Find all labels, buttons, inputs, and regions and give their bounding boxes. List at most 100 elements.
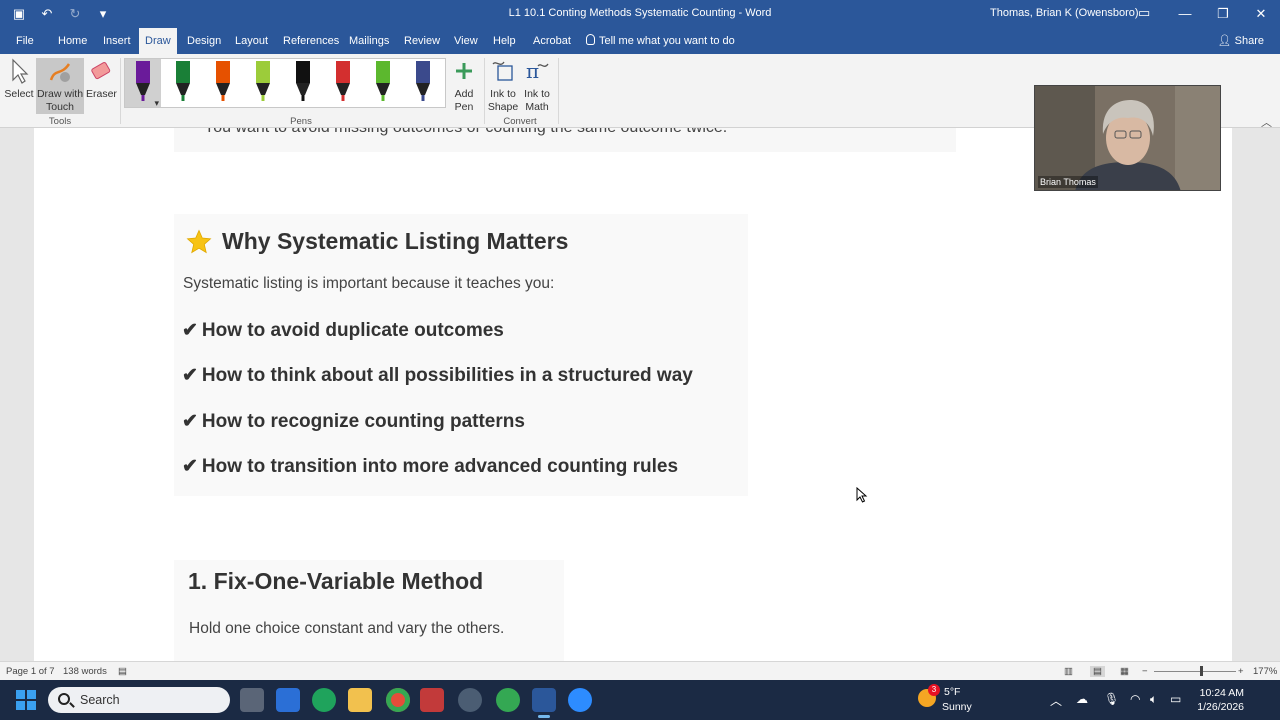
section-heading: 1. Fix-One-Variable Method (188, 568, 484, 594)
ribbon-tabs: File Home Insert Draw Design Layout Refe… (0, 28, 1280, 54)
word-count[interactable]: 138 words (63, 666, 107, 677)
restore-button[interactable]: ❐ (1204, 0, 1242, 28)
onedrive-icon[interactable]: ☁ (1076, 692, 1088, 706)
tab-insert[interactable]: Insert (97, 28, 137, 54)
eraser-button[interactable]: Eraser (86, 58, 117, 101)
edge-icon[interactable] (312, 688, 336, 712)
clock-time: 10:24 AM (1199, 687, 1244, 699)
pens-group-label: Pens (290, 116, 312, 127)
ink-to-shape-label: Ink to Shape (487, 88, 519, 113)
snipping-tool-icon[interactable] (420, 688, 444, 712)
tab-file[interactable]: File (10, 28, 40, 54)
ink-to-math-label: Ink to Math (524, 88, 550, 113)
taskbar-search[interactable]: Search (48, 687, 230, 713)
chrome-profile-icon[interactable] (496, 688, 520, 712)
system-clock[interactable]: 10:24 AM 1/26/2026 (1196, 686, 1244, 714)
document-page[interactable]: You want to avoid missing outcomes or co… (34, 128, 1232, 661)
file-explorer-icon[interactable] (348, 688, 372, 712)
tab-view[interactable]: View (448, 28, 484, 54)
checkmark-icon: ✔ (182, 320, 198, 341)
tab-home[interactable]: Home (52, 28, 93, 54)
tab-review[interactable]: Review (398, 28, 446, 54)
select-button[interactable]: Select (4, 58, 34, 101)
plus-icon (456, 63, 472, 79)
print-layout-icon[interactable]: ▤ (1090, 666, 1105, 677)
zoom-level[interactable]: 177% (1253, 666, 1277, 677)
svg-text:π: π (526, 59, 539, 83)
share-button[interactable]: 👤︎ Share (1218, 28, 1264, 54)
tab-mailings[interactable]: Mailings (343, 28, 395, 54)
proofing-icon[interactable]: ▤ (118, 666, 127, 677)
close-button[interactable]: ✕ (1242, 0, 1280, 28)
pen-2[interactable] (165, 59, 201, 107)
windows-start-icon[interactable] (16, 690, 36, 710)
ribbon-display-options-icon[interactable]: ▭ (1138, 5, 1150, 21)
tray-overflow-icon[interactable]: ︿ (1050, 692, 1062, 709)
pen-icon (336, 61, 350, 101)
ink-to-math-button[interactable]: π Ink to Math (520, 58, 554, 114)
minimize-button[interactable]: — (1166, 0, 1204, 28)
tab-draw[interactable]: Draw (139, 28, 177, 54)
draw-with-touch-label: Draw with Touch (36, 88, 84, 113)
partial-line-text: You want to avoid missing outcomes or co… (174, 128, 956, 152)
pens-gallery: ▾ (124, 58, 446, 108)
pen-8[interactable] (405, 59, 441, 107)
person-icon: 👤︎ (1217, 35, 1235, 47)
zoom-slider[interactable] (1154, 671, 1236, 672)
pen-7[interactable] (365, 59, 401, 107)
section-text: Hold one choice constant and vary the ot… (189, 620, 505, 637)
zoom-out-button[interactable]: − (1142, 666, 1148, 677)
checkmark-icon: ✔ (182, 456, 198, 477)
tab-help[interactable]: Help (487, 28, 522, 54)
tab-references[interactable]: References (277, 28, 345, 54)
add-pen-button[interactable]: Add Pen (450, 58, 478, 114)
list-item: ✔ How to transition into more advanced co… (182, 455, 678, 478)
pen-1[interactable]: ▾ (125, 59, 161, 109)
read-mode-icon[interactable]: ▥ (1064, 666, 1073, 677)
tab-layout[interactable]: Layout (229, 28, 274, 54)
web-layout-icon[interactable]: ▦ (1120, 666, 1129, 677)
ribbon-separator (484, 58, 485, 124)
pen-3[interactable] (205, 59, 241, 107)
microphone-icon[interactable]: 🎙︎ (1104, 692, 1119, 706)
list-item: ✔ How to recognize counting patterns (182, 410, 525, 433)
section-heading-text: Why Systematic Listing Matters (222, 228, 569, 254)
onenote-icon[interactable] (458, 688, 482, 712)
webcam-name-label: Brian Thomas (1038, 176, 1098, 188)
tab-design[interactable]: Design (181, 28, 227, 54)
share-label: Share (1234, 35, 1264, 47)
pen-icon (416, 61, 430, 101)
zoom-in-button[interactable]: + (1238, 666, 1244, 677)
list-item: ✔ How to avoid duplicate outcomes (182, 319, 504, 342)
page-count[interactable]: Page 1 of 7 (6, 666, 55, 677)
pen-6[interactable] (325, 59, 361, 107)
zoom-slider-thumb[interactable] (1200, 666, 1203, 676)
battery-icon[interactable]: ▭ (1170, 692, 1181, 706)
ink-to-shape-button[interactable]: Ink to Shape (486, 58, 520, 114)
windows-taskbar: Search 3 5°F Sunny ︿ ☁ 🎙︎ ◠ 🔈︎ ▭ 10:24 A… (0, 680, 1280, 720)
user-name[interactable]: Thomas, Brian K (Owensboro) (990, 7, 1139, 19)
document-area: You want to avoid missing outcomes or co… (0, 128, 1280, 661)
checkmark-icon: ✔ (182, 365, 198, 386)
chrome-icon[interactable] (386, 688, 410, 712)
pen-options-chevron-icon[interactable]: ▾ (154, 98, 159, 109)
convert-group-label: Convert (503, 116, 537, 127)
list-item-text: How to transition into more advanced cou… (201, 456, 679, 477)
section-heading: Why Systematic Listing Matters (186, 228, 568, 255)
tab-acrobat[interactable]: Acrobat (527, 28, 577, 54)
list-item-text: How to recognize counting patterns (201, 411, 525, 432)
word-app-icon[interactable] (532, 688, 556, 718)
ribbon-separator (120, 58, 121, 124)
weather-condition: Sunny (942, 701, 972, 713)
zoom-app-icon[interactable] (568, 688, 592, 712)
task-view-icon[interactable] (240, 688, 264, 712)
draw-with-touch-button[interactable]: Draw with Touch (36, 58, 84, 114)
wifi-icon[interactable]: ◠ (1130, 692, 1140, 706)
store-icon[interactable] (276, 688, 300, 712)
volume-icon[interactable]: 🔈︎ (1150, 692, 1157, 707)
pen-4[interactable] (245, 59, 281, 107)
tell-me-search[interactable]: Tell me what you want to do (586, 28, 735, 54)
fix-one-variable-section: 1. Fix-One-Variable Method Hold one choi… (174, 560, 564, 661)
pen-5[interactable] (285, 59, 321, 107)
why-systematic-section: Why Systematic Listing Matters Systemati… (174, 214, 748, 496)
